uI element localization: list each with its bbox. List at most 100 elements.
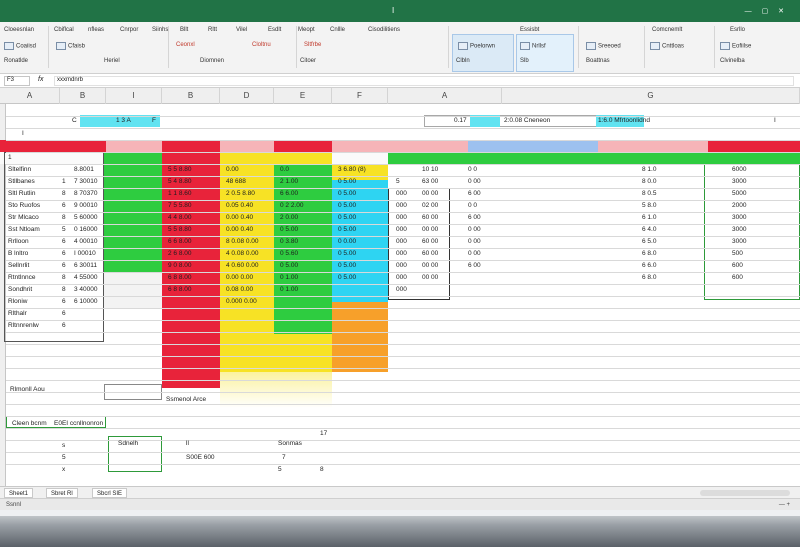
table-cell[interactable]: Rloniw (6, 296, 30, 308)
table-cell[interactable]: 6 (60, 236, 68, 248)
table-cell[interactable]: 000 (394, 284, 409, 296)
table-cell[interactable]: 6 5.0 (640, 236, 658, 248)
table-cell[interactable]: 7 (280, 452, 288, 464)
table-cell[interactable]: 0 5.00 (336, 272, 358, 284)
table-cell[interactable]: Sondhrit (6, 284, 34, 296)
table-cell[interactable]: 6 1.0 (640, 212, 658, 224)
table-cell[interactable]: Rltnnrenlw (6, 320, 41, 332)
sheet-tab[interactable]: Sbret Rl (46, 488, 78, 498)
column-header[interactable]: G (502, 88, 800, 104)
table-cell[interactable]: 8 0.5 (640, 188, 658, 200)
table-cell[interactable]: 0.00 0.00 (224, 272, 255, 284)
table-cell[interactable]: 6 (60, 296, 68, 308)
table-cell[interactable]: 6 30011 (72, 260, 99, 272)
ribbon-button[interactable]: Boattnas (586, 58, 610, 64)
table-cell[interactable]: 4 0.08 0.00 (224, 248, 261, 260)
table-cell[interactable]: 000 (394, 272, 409, 284)
formula-note[interactable]: Ssmenol Arce (164, 394, 208, 406)
table-cell[interactable]: ll (184, 438, 191, 450)
table-cell[interactable]: 9 00010 (72, 200, 100, 212)
table-cell[interactable]: 0 5.00 (336, 260, 358, 272)
table-cell[interactable]: 6 (60, 260, 68, 272)
table-cell[interactable]: 8 (60, 272, 68, 284)
table-cell[interactable]: 3000 (730, 212, 748, 224)
table-cell[interactable]: 8.8001 (72, 164, 96, 176)
table-cell[interactable]: I 00010 (72, 248, 98, 260)
cell-i[interactable]: I (20, 128, 26, 140)
table-cell[interactable]: Sdnelh (116, 438, 140, 450)
table-cell[interactable]: 1 (60, 176, 68, 188)
table-cell[interactable]: 2000 (730, 200, 748, 212)
ribbon-button[interactable]: Diomnen (200, 58, 224, 64)
table-cell[interactable]: 500 (730, 248, 745, 260)
table-cell[interactable]: 5 (60, 224, 68, 236)
table-cell[interactable]: 0.0 (278, 164, 291, 176)
table-cell[interactable]: 0.08 0.00 (224, 284, 255, 296)
table-cell[interactable]: 4 0.60 0.00 (224, 260, 261, 272)
sum-label[interactable]: Rlmonll Aou (8, 384, 47, 396)
table-cell[interactable]: 8 (60, 212, 68, 224)
window-controls[interactable]: — ▢ ✕ (745, 7, 788, 15)
table-cell[interactable]: 000 (394, 224, 409, 236)
ribbon-button[interactable]: Sreeoed (586, 42, 621, 50)
table-cell[interactable]: 1 1 8.60 (166, 188, 194, 200)
table-cell[interactable]: 6 00 (466, 260, 483, 272)
ribbon-button[interactable]: Cloltnu (252, 42, 271, 48)
table-cell[interactable]: Sto Ruofos (6, 200, 42, 212)
table-cell[interactable]: 8 (318, 464, 326, 476)
table-cell[interactable]: 6000 (730, 164, 748, 176)
table-cell[interactable]: 3 6.80 (8) (336, 164, 368, 176)
bottom-left-label[interactable]: Cleen bcnm (10, 418, 49, 430)
table-cell[interactable]: 0 3.80 (278, 236, 300, 248)
ribbon-button[interactable]: Ceonxl (176, 42, 195, 48)
table-cell[interactable]: 8 (60, 188, 68, 200)
ribbon-tab[interactable]: Cnrpor (120, 27, 138, 33)
table-cell[interactable]: 0 1.00 (278, 272, 300, 284)
ribbon-button[interactable]: Clvinelba (720, 58, 745, 64)
table-cell[interactable]: 6 (60, 248, 68, 260)
formula-input[interactable]: xxxmdnrb (54, 76, 794, 86)
table-cell[interactable]: Sonmas (276, 438, 304, 450)
table-cell[interactable]: 6 8.0 (640, 272, 658, 284)
column-header[interactable]: D (220, 88, 274, 104)
column-header[interactable]: A (0, 88, 60, 104)
table-cell[interactable]: 0 00 (466, 176, 483, 188)
column-header[interactable]: B (162, 88, 220, 104)
table-cell[interactable]: 0 5.00 (278, 224, 300, 236)
table-cell[interactable]: 5000 (730, 188, 748, 200)
ribbon-button[interactable]: Eofiilse (720, 42, 751, 50)
table-cell[interactable]: 6 00 (466, 212, 483, 224)
column-header[interactable]: I (106, 88, 162, 104)
table-cell[interactable]: 000 (394, 248, 409, 260)
table-cell[interactable]: 5 (394, 176, 402, 188)
column-header[interactable]: F (332, 88, 388, 104)
ribbon-tab[interactable]: Essisbt (520, 27, 539, 33)
table-cell[interactable]: 0 5.00 (336, 224, 358, 236)
table-cell[interactable]: 0.000 0.00 (224, 296, 259, 308)
column-header[interactable]: B (60, 88, 106, 104)
table-cell[interactable]: 0 1.00 (278, 284, 300, 296)
table-cell[interactable]: 600 (730, 272, 745, 284)
table-cell[interactable]: 0 0 (466, 164, 479, 176)
table-cell[interactable]: 6 (60, 308, 68, 320)
table-cell[interactable]: 6 4.0 (640, 224, 658, 236)
table-cell[interactable]: Sltelfinn (6, 164, 33, 176)
table-cell[interactable]: 6 8 8.00 (166, 284, 194, 296)
ribbon-tab[interactable]: Cisodilitiens (368, 27, 400, 33)
table-cell[interactable]: Sltl Rutlin (6, 188, 37, 200)
ribbon-button[interactable]: Clbln (456, 58, 470, 64)
table-cell[interactable]: 3000 (730, 176, 748, 188)
table-cell[interactable]: 0 0.00 (336, 236, 358, 248)
table-cell[interactable]: 0 00 (466, 236, 483, 248)
table-cell[interactable]: Rtntlnnce (6, 272, 37, 284)
ribbon-button[interactable]: Cnttloas (650, 42, 684, 50)
table-cell[interactable]: 3 40000 (72, 284, 100, 296)
ribbon-button[interactable]: Cfaisb (56, 42, 85, 50)
table-cell[interactable]: 63 00 (420, 176, 440, 188)
table-cell[interactable]: 60 00 (420, 236, 440, 248)
table-cell[interactable]: 3000 (730, 224, 748, 236)
ribbon-tab[interactable]: Meopt (298, 27, 315, 33)
horizontal-scrollbar[interactable] (700, 490, 790, 496)
table-cell[interactable]: 5 (60, 452, 68, 464)
table-cell[interactable]: 8 1.0 (640, 164, 658, 176)
